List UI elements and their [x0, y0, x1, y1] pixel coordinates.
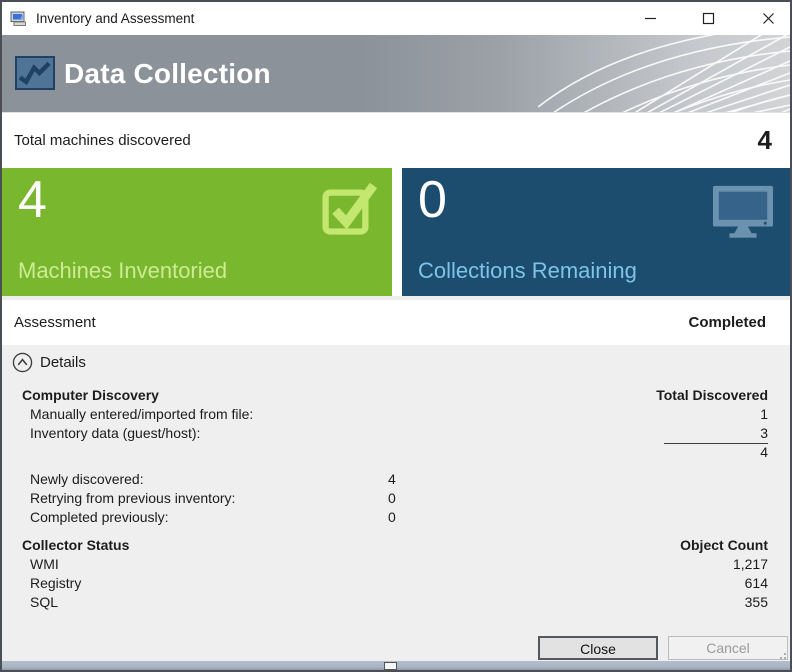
retrying-label: Retrying from previous inventory:	[30, 489, 235, 508]
registry-label: Registry	[30, 574, 81, 593]
sql-label: SQL	[30, 593, 58, 612]
newly-discovered-label: Newly discovered:	[30, 470, 144, 489]
table-row: Registry 614	[2, 574, 790, 593]
computer-icon	[10, 10, 28, 27]
maximize-icon	[702, 12, 715, 25]
page-header: Data Collection	[2, 35, 790, 112]
bottom-notch	[384, 662, 397, 670]
resize-grip[interactable]	[777, 650, 787, 660]
completed-previously-value: 0	[388, 508, 396, 527]
registry-value: 614	[745, 574, 768, 593]
details-body: Computer Discovery Total Discovered Manu…	[2, 386, 790, 612]
monitor-icon	[712, 184, 774, 240]
newly-discovered-value: 4	[388, 470, 396, 489]
assessment-status: Completed	[688, 300, 766, 345]
checkbox-check-icon	[322, 180, 378, 236]
details-toggle[interactable]: Details	[2, 345, 790, 380]
collections-remaining-count: 0	[418, 170, 447, 230]
machines-inventoried-count: 4	[18, 170, 47, 230]
inventory-assessment-window: Inventory and Assessment	[0, 0, 792, 672]
collections-remaining-tile: 0 Collections Remaining	[402, 168, 790, 296]
chevron-up-circle-icon	[12, 352, 33, 373]
retrying-value: 0	[388, 489, 396, 508]
completed-previously-label: Completed previously:	[30, 508, 169, 527]
collector-status-heading-row: Collector Status Object Count	[2, 536, 790, 555]
inventory-data-label: Inventory data (guest/host):	[30, 424, 200, 443]
title-bar[interactable]: Inventory and Assessment	[2, 2, 790, 35]
assessment-label: Assessment	[14, 300, 96, 345]
computer-discovery-heading: Computer Discovery	[22, 386, 159, 405]
total-machines-value: 4	[758, 113, 772, 168]
window-title: Inventory and Assessment	[36, 2, 194, 35]
manually-entered-value: 1	[760, 405, 768, 424]
line-chart-icon	[15, 56, 55, 90]
inventory-data-value: 3	[664, 424, 768, 444]
object-count-heading: Object Count	[680, 536, 768, 555]
collector-status-heading: Collector Status	[22, 536, 129, 555]
close-icon	[762, 12, 775, 25]
sql-value: 355	[745, 593, 768, 612]
machines-inventoried-tile: 4 Machines Inventoried	[2, 168, 392, 296]
wmi-label: WMI	[30, 555, 59, 574]
total-discovered-heading: Total Discovered	[656, 386, 768, 405]
close-button[interactable]	[746, 2, 791, 35]
close-dialog-button[interactable]: Close	[538, 636, 658, 660]
details-toggle-label: Details	[40, 345, 86, 380]
mesh-decoration	[538, 35, 790, 112]
total-machines-row: Total machines discovered 4	[2, 113, 790, 168]
table-row: WMI 1,217	[2, 555, 790, 574]
discovery-total-value: 4	[760, 443, 768, 462]
machines-inventoried-label: Machines Inventoried	[18, 258, 227, 284]
table-row: Newly discovered: 4	[2, 470, 790, 489]
table-row: Completed previously: 0	[2, 508, 790, 527]
table-row: SQL 355	[2, 593, 790, 612]
wmi-value: 1,217	[733, 555, 768, 574]
discovery-total-row: 4	[2, 443, 790, 462]
manually-entered-label: Manually entered/imported from file:	[30, 405, 253, 424]
cancel-button[interactable]: Cancel	[668, 636, 788, 660]
page-title: Data Collection	[64, 35, 271, 112]
minimize-button[interactable]	[628, 2, 673, 35]
total-machines-label: Total machines discovered	[14, 113, 191, 168]
maximize-button[interactable]	[686, 2, 731, 35]
table-row: Retrying from previous inventory: 0	[2, 489, 790, 508]
computer-discovery-heading-row: Computer Discovery Total Discovered	[2, 386, 790, 405]
table-row: Inventory data (guest/host): 3	[2, 424, 790, 443]
collections-remaining-label: Collections Remaining	[418, 258, 637, 284]
details-panel: Details Computer Discovery Total Discove…	[2, 345, 790, 661]
table-row: Manually entered/imported from file: 1	[2, 405, 790, 424]
assessment-row: Assessment Completed	[2, 300, 790, 345]
minimize-icon	[644, 12, 657, 25]
